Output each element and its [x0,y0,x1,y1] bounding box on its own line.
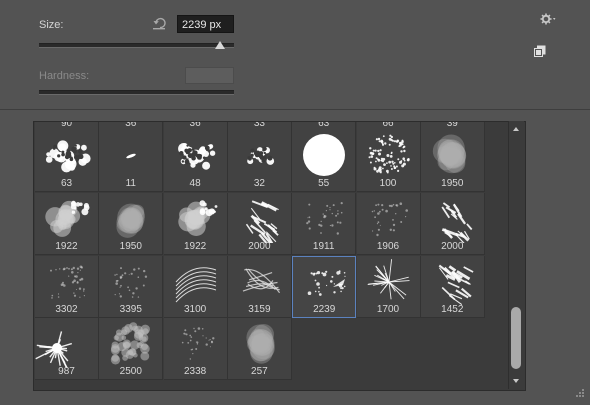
brush-preset-partial[interactable]: 36 [163,122,228,130]
scroll-thumb[interactable] [511,307,521,369]
brush-preset[interactable]: 100 [356,130,421,192]
brush-preset-partial[interactable]: 90 [35,122,99,130]
brush-size-label: 32 [253,178,265,189]
brush-preset[interactable]: 3395 [99,255,164,318]
brush-preset[interactable]: 3159 [227,255,292,318]
hardness-input [185,67,234,84]
new-preset-icon[interactable] [534,44,546,62]
brush-preset[interactable]: 32 [227,130,292,192]
brush-size-label: 39 [446,122,458,129]
brush-preset[interactable]: 1452 [420,255,485,318]
brush-size-label: 2239 [313,303,336,315]
scrollbar[interactable] [508,121,524,389]
brush-size-label: 1922 [183,240,207,252]
brush-size-label: 2338 [183,366,207,378]
brush-size-label: 36 [125,122,137,129]
brush-size-label: 2500 [119,366,142,378]
brush-preset[interactable]: 2500 [99,318,164,381]
brush-preset[interactable]: 2000 [227,192,292,255]
brush-size-label: 1452 [441,303,464,315]
brush-size-label: 1950 [441,178,464,189]
brush-size-label: 3302 [55,303,78,315]
brush-preset-partial[interactable]: 36 [99,122,164,130]
brush-preset-list[interactable]: 90 36 36 33 63 66 39 63 11 48 32 55 100 1950 1922 1950… [33,121,526,391]
brush-size-label: 63 [60,178,73,189]
brush-size-label: 3395 [119,303,142,315]
brush-size-label: 1906 [376,240,400,252]
brush-preset-partial[interactable]: 63 [292,122,357,130]
brush-preset[interactable]: 987 [35,318,99,381]
brush-preset[interactable]: 2239 [292,255,357,318]
brush-preset[interactable]: 2338 [163,318,228,381]
size-slider-thumb[interactable] [215,41,226,49]
brush-size-label: 11 [125,178,136,189]
brush-size-label: 48 [189,178,201,189]
brush-size-label: 1700 [376,303,400,315]
size-label: Size: [39,19,64,31]
brush-size-label: 36 [189,122,201,129]
brush-size-label: 1950 [119,240,142,252]
partial-top-row: 90 36 36 33 63 66 39 [35,122,485,130]
brush-preset[interactable]: 1950 [420,130,485,192]
scroll-down-arrow-icon[interactable] [513,379,519,383]
section-divider [0,109,590,110]
brush-preset[interactable]: 3302 [35,255,99,318]
reset-icon[interactable] [152,16,168,30]
brush-preset-partial[interactable]: 39 [420,122,485,130]
scroll-up-arrow-icon[interactable] [513,127,519,131]
brush-size-label: 987 [58,366,75,378]
size-slider[interactable] [39,43,234,48]
brush-preset[interactable]: 55 [292,130,357,192]
brush-preset[interactable]: 1906 [356,192,421,255]
hardness-slider [39,90,234,95]
brush-size-label: 2000 [248,240,271,252]
brush-size-label: 1922 [55,240,78,252]
brush-preset[interactable]: 11 [99,130,164,192]
hardness-label: Hardness: [39,70,90,82]
brush-preset-partial[interactable]: 66 [356,122,421,130]
brush-preset[interactable]: 1922 [163,192,228,255]
brush-size-label: 1911 [312,240,335,252]
brush-size-label: 55 [318,178,330,189]
brush-preset-partial[interactable]: 33 [227,122,292,130]
brush-size-label: 66 [382,122,394,129]
brush-preset[interactable]: 63 [35,130,99,192]
brush-preset[interactable]: 48 [163,130,228,192]
brush-preset[interactable]: 1911 [292,192,357,255]
gear-icon[interactable] [540,12,556,30]
brush-size-label: 3159 [248,303,271,315]
brush-size-label: 257 [251,366,268,378]
resize-grip-icon[interactable] [573,387,585,405]
brush-size-label: 33 [253,122,265,129]
brush-preset[interactable]: 1700 [356,255,421,318]
size-input[interactable]: 2239 px [177,15,234,33]
brush-preset[interactable]: 2000 [420,192,485,255]
brush-preset[interactable]: 257 [227,318,292,381]
brush-size-label: 63 [318,122,330,129]
brush-preset[interactable]: 3100 [163,255,228,318]
brush-size-label: 90 [60,122,73,129]
brush-preset[interactable]: 1922 [35,192,99,255]
brush-size-label: 3100 [183,303,207,315]
brush-size-label: 2000 [441,240,464,252]
brush-preset[interactable]: 1950 [99,192,164,255]
brush-preset-panel: Size: 2239 px Hardness: 90 36 36 33 63 6… [0,0,590,402]
brush-size-label: 100 [379,178,397,189]
